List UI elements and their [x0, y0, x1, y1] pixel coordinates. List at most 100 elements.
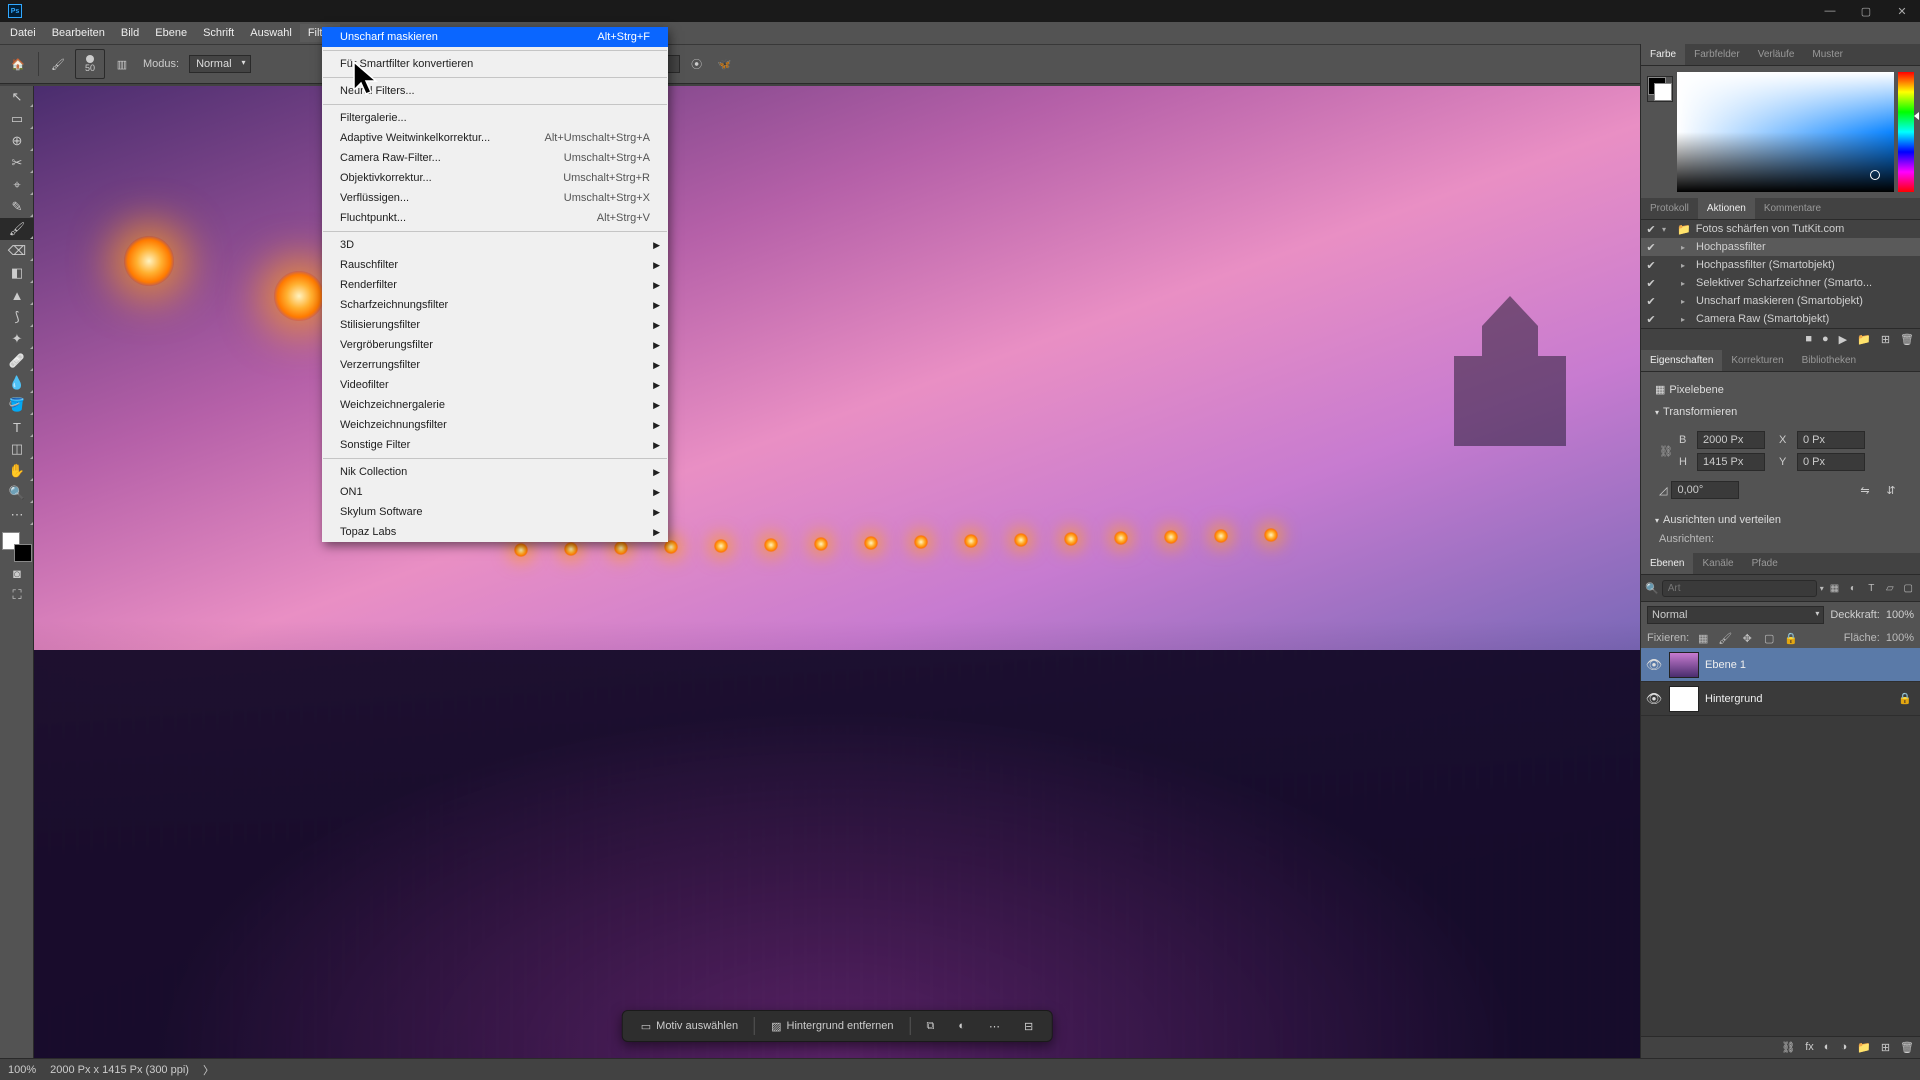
panel-tab[interactable]: Ebenen: [1641, 553, 1693, 574]
new-layer-icon[interactable]: ⊞: [1881, 1041, 1890, 1054]
filter-menu-item[interactable]: Filtergalerie...: [322, 108, 668, 128]
menu-bild[interactable]: Bild: [113, 24, 147, 42]
quickmask-icon[interactable]: ◙: [0, 562, 34, 584]
canvas[interactable]: ▭Motiv auswählen ▨Hintergrund entfernen …: [34, 86, 1640, 1058]
filter-menu-item[interactable]: Videofilter▶: [322, 375, 668, 395]
color-field[interactable]: [1677, 72, 1894, 192]
record-icon[interactable]: ●: [1822, 333, 1829, 346]
height-input[interactable]: 1415 Px: [1697, 453, 1765, 471]
tool-17[interactable]: ✋: [0, 460, 34, 482]
tool-19[interactable]: ⋯: [0, 504, 34, 526]
panel-tab[interactable]: Verläufe: [1749, 44, 1804, 65]
fx-icon[interactable]: fx: [1805, 1041, 1814, 1054]
link-layers-icon[interactable]: ⛓: [1781, 1041, 1795, 1054]
layer-blend-mode[interactable]: Normal: [1647, 606, 1824, 624]
filter-menu-item[interactable]: Rauschfilter▶: [322, 255, 668, 275]
filter-menu-item[interactable]: Topaz Labs▶: [322, 522, 668, 542]
panel-tab[interactable]: Korrekturen: [1722, 350, 1792, 371]
new-action-icon[interactable]: ⊞: [1881, 333, 1890, 346]
filter-menu-item[interactable]: Renderfilter▶: [322, 275, 668, 295]
visibility-icon[interactable]: 👁: [1645, 657, 1663, 673]
menu-datei[interactable]: Datei: [2, 24, 44, 42]
symmetry-icon[interactable]: 🦋: [714, 53, 736, 75]
trash-icon[interactable]: 🗑: [1900, 333, 1914, 346]
filter-menu-item[interactable]: 3D▶: [322, 235, 668, 255]
color-swatches[interactable]: [2, 532, 32, 562]
action-set[interactable]: ✔▾📁Fotos schärfen von TutKit.com: [1641, 220, 1920, 238]
adjust-icon[interactable]: ◐: [950, 1016, 973, 1036]
tool-4[interactable]: ⌖: [0, 174, 34, 196]
tool-6[interactable]: 🖌: [0, 218, 34, 240]
opacity-value[interactable]: 100%: [1886, 609, 1914, 621]
panel-tab[interactable]: Farbfelder: [1685, 44, 1749, 65]
play-icon[interactable]: ▶: [1839, 333, 1847, 346]
layer-thumbnail[interactable]: [1669, 652, 1699, 678]
tool-14[interactable]: 🪣: [0, 394, 34, 416]
brush-settings-icon[interactable]: ▥: [111, 53, 133, 75]
filter-menu-item[interactable]: Weichzeichnergalerie▶: [322, 395, 668, 415]
panel-tab[interactable]: Eigenschaften: [1641, 350, 1722, 371]
home-button[interactable]: 🏠: [6, 52, 30, 76]
fill-value[interactable]: 100%: [1886, 632, 1914, 644]
filter-menu-item[interactable]: Verflüssigen...Umschalt+Strg+X: [322, 188, 668, 208]
panel-tab[interactable]: Pfade: [1743, 553, 1787, 574]
filter-menu-item[interactable]: Stilisierungsfilter▶: [322, 315, 668, 335]
panel-tab[interactable]: Bibliotheken: [1793, 350, 1865, 371]
blend-mode-select[interactable]: Normal: [189, 55, 250, 73]
layer-thumbnail[interactable]: [1669, 686, 1699, 712]
filter-menu-item[interactable]: ON1▶: [322, 482, 668, 502]
tool-7[interactable]: ⌫: [0, 240, 34, 262]
panel-tab[interactable]: Kanäle: [1693, 553, 1742, 574]
delete-layer-icon[interactable]: 🗑: [1900, 1041, 1914, 1054]
filter-smart-icon[interactable]: ▢: [1901, 579, 1916, 597]
tool-18[interactable]: 🔍: [0, 482, 34, 504]
tool-12[interactable]: 🩹: [0, 350, 34, 372]
more-icon[interactable]: ⋯: [981, 1016, 1008, 1037]
tool-11[interactable]: ✦: [0, 328, 34, 350]
zoom-value[interactable]: 100%: [8, 1064, 36, 1076]
filter-menu-item[interactable]: Unscharf maskierenAlt+Strg+F: [322, 27, 668, 47]
filter-menu-item[interactable]: Scharfzeichnungsfilter▶: [322, 295, 668, 315]
panel-tab[interactable]: Muster: [1803, 44, 1852, 65]
y-input[interactable]: 0 Px: [1797, 453, 1865, 471]
action-item[interactable]: ✔▸Hochpassfilter (Smartobjekt): [1641, 256, 1920, 274]
menu-schrift[interactable]: Schrift: [195, 24, 242, 42]
filter-shape-icon[interactable]: ▱: [1882, 579, 1897, 597]
panel-tab[interactable]: Farbe: [1641, 44, 1685, 65]
brush-tool-icon[interactable]: 🖌: [47, 53, 69, 75]
layer-search-input[interactable]: [1662, 580, 1817, 597]
tool-2[interactable]: ⊕: [0, 130, 34, 152]
filter-adjust-icon[interactable]: ◐: [1845, 579, 1860, 597]
action-item[interactable]: ✔▸Selektiver Scharfzeichner (Smarto...: [1641, 274, 1920, 292]
link-icon[interactable]: ⛓: [1659, 437, 1673, 465]
width-input[interactable]: 2000 Px: [1697, 431, 1765, 449]
minimize-button[interactable]: ―: [1812, 0, 1848, 22]
lock-position-icon[interactable]: ✥: [1739, 630, 1755, 646]
panel-tab[interactable]: Kommentare: [1755, 198, 1830, 219]
filter-type-icon[interactable]: T: [1864, 579, 1879, 597]
flip-v-icon[interactable]: ⇵: [1880, 479, 1902, 501]
filter-menu-item[interactable]: Camera Raw-Filter...Umschalt+Strg+A: [322, 148, 668, 168]
x-input[interactable]: 0 Px: [1797, 431, 1865, 449]
mask-icon[interactable]: ◐: [1824, 1041, 1831, 1054]
visibility-icon[interactable]: 👁: [1645, 691, 1663, 707]
tool-15[interactable]: T: [0, 416, 34, 438]
tool-13[interactable]: 💧: [0, 372, 34, 394]
remove-background-button[interactable]: ▨Hintergrund entfernen: [763, 1016, 901, 1037]
menu-auswahl[interactable]: Auswahl: [242, 24, 300, 42]
pressure-size-icon[interactable]: ⦿: [686, 53, 708, 75]
group-icon[interactable]: 📁: [1857, 1041, 1871, 1054]
filter-menu-item[interactable]: Neural Filters...: [322, 81, 668, 101]
properties-icon[interactable]: ⊟: [1016, 1016, 1041, 1037]
lock-artboard-icon[interactable]: ▢: [1761, 630, 1777, 646]
tool-16[interactable]: ◫: [0, 438, 34, 460]
tool-3[interactable]: ✂: [0, 152, 34, 174]
screenmode-icon[interactable]: ⛶: [0, 584, 34, 606]
lock-pixels-icon[interactable]: 🖌: [1717, 630, 1733, 646]
menu-ebene[interactable]: Ebene: [147, 24, 195, 42]
maximize-button[interactable]: ▢: [1848, 0, 1884, 22]
tool-8[interactable]: ◧: [0, 262, 34, 284]
hue-slider[interactable]: [1898, 72, 1914, 192]
filter-menu-item[interactable]: Weichzeichnungsfilter▶: [322, 415, 668, 435]
filter-menu-item[interactable]: Vergröberungsfilter▶: [322, 335, 668, 355]
